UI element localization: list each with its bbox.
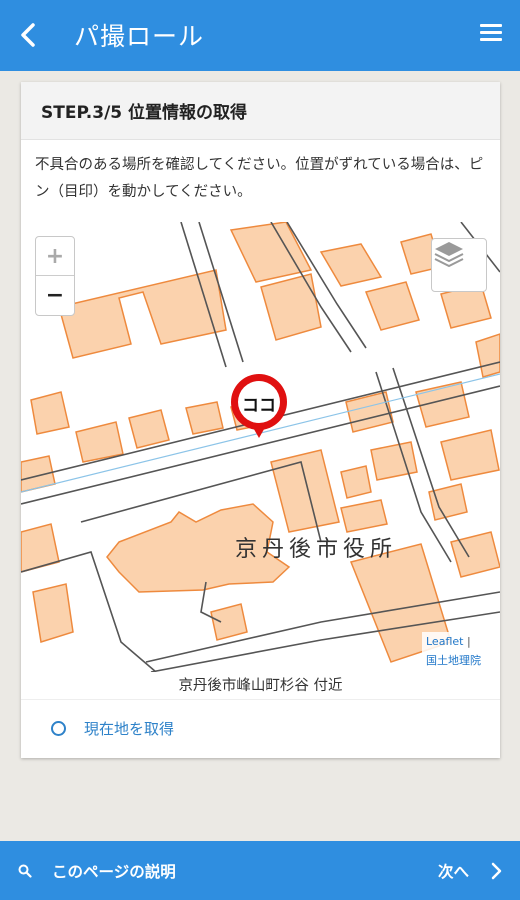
map-view[interactable]: 京丹後市役所 + − ココ Leaflet | 国土地理院 xyxy=(21,222,500,672)
app-title: パ撮ロール xyxy=(74,22,205,51)
bottom-bar: このページの説明 次へ xyxy=(0,841,520,900)
map-landmark-label: 京丹後市役所 xyxy=(235,537,397,562)
page-help-button[interactable]: このページの説明 xyxy=(18,860,176,882)
next-button[interactable]: 次へ xyxy=(438,860,503,882)
menu-button[interactable] xyxy=(480,24,502,44)
radio-circle-icon xyxy=(51,721,66,736)
zoom-in-button[interactable]: + xyxy=(36,237,74,276)
back-button[interactable] xyxy=(14,18,44,52)
layers-button[interactable] xyxy=(431,238,487,292)
zoom-out-button[interactable]: − xyxy=(36,276,74,314)
pin-label: ココ xyxy=(242,395,276,416)
app-header: パ撮ロール xyxy=(0,0,520,71)
chevron-left-icon xyxy=(21,23,35,47)
chevron-right-icon xyxy=(491,862,502,880)
divider xyxy=(21,699,500,700)
step-title: STEP.3/5 位置情報の取得 xyxy=(21,82,500,140)
zoom-control: + − xyxy=(35,236,75,316)
map-attribution: Leaflet | 国土地理院 xyxy=(422,632,500,670)
address-text: 京丹後市峰山町杉谷 付近 xyxy=(178,678,343,694)
get-location-button[interactable]: 現在地を取得 xyxy=(51,718,174,739)
search-icon xyxy=(18,864,32,878)
next-label: 次へ xyxy=(438,863,470,881)
leaflet-link[interactable]: Leaflet xyxy=(426,635,463,648)
get-location-label: 現在地を取得 xyxy=(84,720,175,738)
step-card: STEP.3/5 位置情報の取得 不具合のある場所を確認してください。位置がずれ… xyxy=(21,82,500,758)
gsi-link[interactable]: 国土地理院 xyxy=(426,654,481,667)
hamburger-menu-icon xyxy=(480,24,502,41)
location-pin[interactable]: ココ xyxy=(229,372,289,448)
attribution-separator: | xyxy=(466,635,471,648)
page-help-label: このページの説明 xyxy=(52,863,176,881)
instruction-text: 不具合のある場所を確認してください。位置がずれている場合は、ピン（目印）を動かし… xyxy=(35,157,484,200)
layers-icon xyxy=(434,242,464,268)
